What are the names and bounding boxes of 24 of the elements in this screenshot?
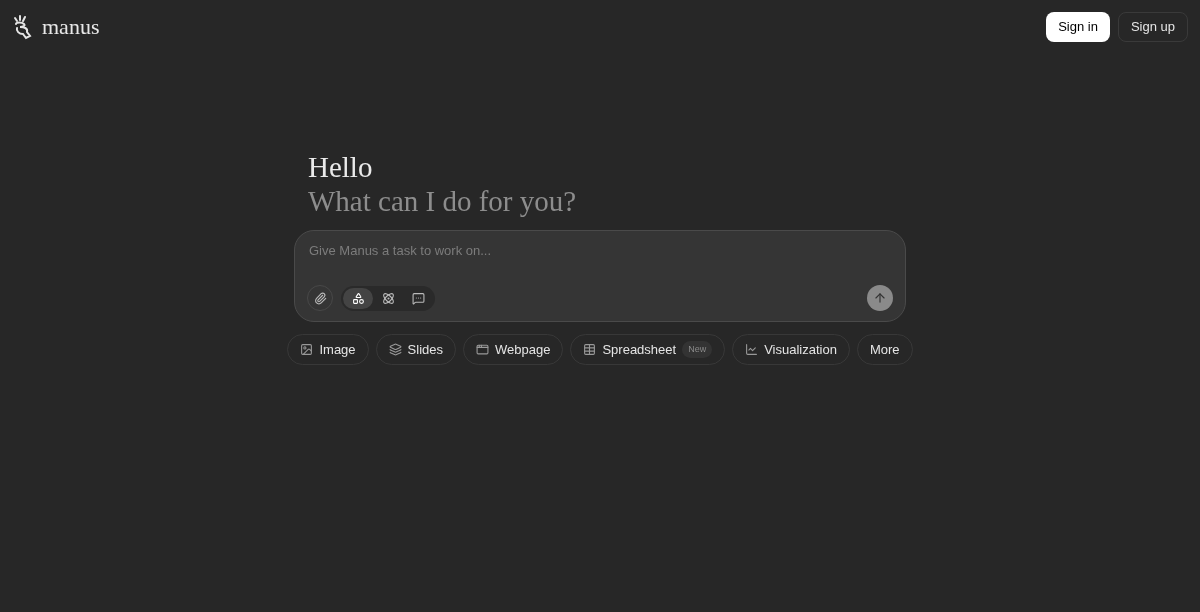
greeting-subtitle: What can I do for you? [308, 185, 577, 217]
chip-label: Spreadsheet [602, 340, 677, 359]
greeting-title: Hello [308, 151, 373, 183]
shapes-icon [351, 291, 365, 305]
sign-up-button[interactable]: Sign up [1117, 12, 1188, 42]
chip-label: Visualization [764, 340, 837, 359]
atom-icon [381, 291, 395, 305]
task-input[interactable]: Give Manus a task to work on... [307, 241, 893, 261]
chip-label: Webpage [495, 340, 551, 359]
chip-label: Slides [407, 340, 443, 359]
sign-in-button[interactable]: Sign in [1046, 12, 1110, 42]
chip-label: More [869, 340, 900, 359]
logo-text: manus [42, 16, 100, 38]
chat-bubble-icon [411, 291, 425, 305]
line-chart-icon [745, 343, 759, 356]
mode-button[interactable] [343, 287, 373, 309]
layers-icon [388, 343, 402, 356]
new-badge: New [682, 340, 713, 359]
browser-window-icon [476, 343, 489, 356]
paperclip-icon [313, 291, 327, 305]
send-button[interactable] [867, 285, 893, 311]
chip-label: Image [319, 340, 356, 359]
image-icon [300, 343, 314, 356]
table-icon [583, 343, 597, 356]
